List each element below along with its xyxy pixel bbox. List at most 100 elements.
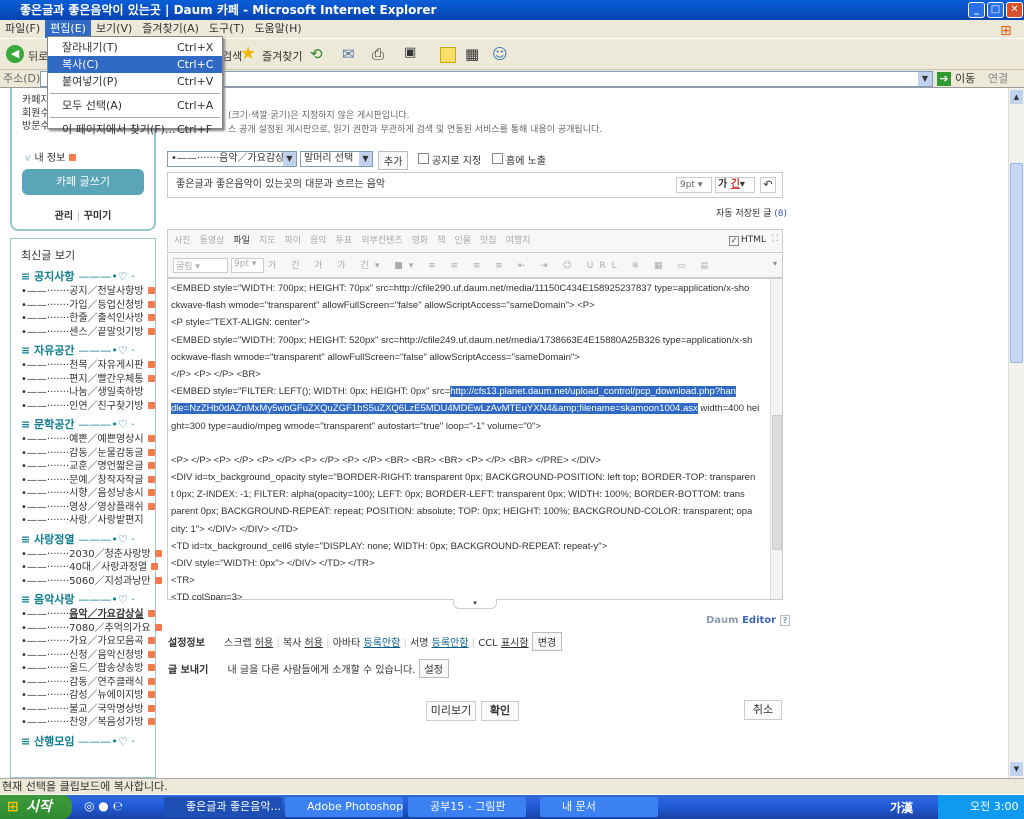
font-select[interactable]: 굴림 ▾ — [173, 258, 228, 273]
board-item[interactable]: •——·······음악／가요감상실 — [21, 608, 155, 622]
html-source-text[interactable]: <EMBED style="WIDTH: 700px; HEIGHT: 70px… — [168, 280, 770, 600]
home-checkbox[interactable] — [492, 153, 503, 164]
insert-tab[interactable]: 투표 — [336, 236, 353, 246]
category-header[interactable]: ≡ 산행모임 ———•♡ · — [21, 734, 155, 750]
board-item[interactable]: •——·······올드／팝송샹송방 — [21, 662, 155, 676]
board-item[interactable]: •——·······한줄／출석인사방 — [21, 312, 155, 326]
decorate-link[interactable]: 꾸미기 — [84, 211, 112, 222]
toolbar-more-icon[interactable]: ▾ — [773, 259, 777, 268]
insert-tab[interactable]: 동영상 — [200, 236, 225, 246]
quicklaunch-icons[interactable]: ◎ ● ℮ — [84, 799, 123, 813]
board-item[interactable]: •——·······가입／등업신청방 — [21, 299, 155, 313]
scroll-down-icon[interactable]: ▼ — [1010, 762, 1023, 776]
edit-icon[interactable]: ▣ — [404, 45, 416, 60]
board-item[interactable]: •——·······천목／자유게시판 — [21, 359, 155, 373]
editor-scrollbar[interactable] — [770, 279, 782, 599]
insert-tab[interactable]: 영화 — [412, 236, 429, 246]
cafe-write-button[interactable]: 카페 글쓰기 — [22, 169, 144, 195]
board-item[interactable]: •——·······교훈／명언짧은글 — [21, 460, 155, 474]
category-header[interactable]: ≡ 사랑정열 ———•♡ · — [21, 532, 155, 548]
send-settings-button[interactable]: 설정 — [418, 659, 449, 678]
go-icon[interactable]: ➔ — [937, 72, 951, 86]
cancel-button[interactable]: 취소 — [744, 700, 782, 720]
history-icon[interactable]: ⟲ — [310, 45, 323, 63]
start-button[interactable]: ⊞ 시작 — [0, 795, 72, 819]
mail-icon[interactable]: ✉ — [342, 45, 355, 63]
add-head-button[interactable]: 추가 — [378, 151, 409, 170]
size-select[interactable]: 9pt ▾ — [231, 258, 264, 273]
ccl-link[interactable]: 표시함 — [501, 638, 529, 649]
change-settings-button[interactable]: 변경 — [531, 632, 563, 651]
links-button[interactable]: 연결 — [988, 70, 1008, 88]
selected-text[interactable]: http://cfs13.planet.daum.net/upload_cont… — [450, 386, 736, 398]
page-scroll-thumb[interactable] — [1010, 163, 1023, 363]
menu-help[interactable]: 도움말(H) — [249, 20, 306, 38]
research-icon[interactable]: ▦ — [465, 45, 479, 63]
category-header[interactable]: ≡ 공지사항 ———•♡ · — [21, 269, 155, 285]
insert-tab[interactable]: 파이 — [285, 236, 302, 246]
recent-posts-link[interactable]: 최신글 보기 — [21, 247, 155, 263]
board-item[interactable]: •——·······신청／음악신청방 — [21, 649, 155, 663]
insert-tab[interactable]: 인물 — [454, 236, 471, 246]
menu-item-cut[interactable]: 잘라내기(T) Ctrl+X — [48, 39, 222, 56]
manage-link[interactable]: 관리 — [55, 211, 73, 222]
insert-tab[interactable]: 책 — [437, 236, 445, 246]
board-item[interactable]: •——·······시향／음성낭송시 — [21, 487, 155, 501]
note-icon[interactable] — [440, 47, 456, 63]
board-item[interactable]: •——·······감동／눈물감동글 — [21, 447, 155, 461]
board-item[interactable]: •——·······7080／추억의가요 — [21, 622, 162, 636]
menu-file[interactable]: 파일(F) — [0, 20, 45, 38]
minimize-button[interactable]: _ — [968, 2, 985, 18]
confirm-button[interactable]: 확인 — [481, 701, 519, 721]
category-header[interactable]: ≡ 문학공간 ———•♡ · — [21, 417, 155, 433]
board-item[interactable]: •——·······가요／가요모음곡 — [21, 635, 155, 649]
menu-item-find[interactable]: 이 페이지에서 찾기(F)... Ctrl+F — [48, 121, 222, 138]
title-style-button[interactable]: 가 긴▾ — [715, 177, 755, 193]
html-checkbox[interactable]: ✓ — [729, 236, 739, 246]
undo-icon[interactable]: ↶ — [760, 177, 776, 193]
task-my-documents[interactable]: 내 문서 — [540, 797, 658, 817]
avatar-link[interactable]: 등록안함 — [364, 638, 401, 649]
copy-link[interactable]: 허용 — [305, 638, 323, 649]
star-icon[interactable]: ★ — [240, 43, 256, 64]
category-header[interactable]: ≡ 음악사랑 ———•♡ · — [21, 592, 155, 608]
preview-button[interactable]: 미리보기 — [426, 701, 476, 721]
page-scrollbar[interactable]: ▲ ▼ — [1008, 88, 1024, 778]
title-size-select[interactable]: 9pt ▾ — [676, 177, 712, 193]
board-select[interactable]: •——·······음악／가요감상실 ▼ — [167, 151, 297, 167]
board-item[interactable]: •——·······인연／친구찾기방 — [21, 400, 155, 414]
menu-item-copy[interactable]: 복사(C) Ctrl+C — [48, 56, 222, 73]
board-item[interactable]: •——·······찬양／복음성가방 — [21, 716, 155, 730]
messenger-icon[interactable]: ☺ — [492, 45, 508, 63]
my-info-link[interactable]: 내 정보 — [35, 153, 66, 164]
editor-resize-handle[interactable]: ▾ — [453, 599, 497, 609]
board-item[interactable]: •——·······40대／사랑과정열 — [21, 561, 159, 575]
maximize-button[interactable]: □ — [987, 2, 1004, 18]
head-select[interactable]: 말머리 선택 ▼ — [300, 151, 373, 167]
task-paint[interactable]: 공부15 - 그림판 — [408, 797, 526, 817]
insert-tab[interactable]: 맛집 — [480, 236, 497, 246]
format-buttons[interactable]: 가 긴 가 가 긴▾ ■▾ ≡ ≡ ≡ ≡ ⇤ ⇥ ☺ URL ※ ▦ ▭ ▤ … — [268, 258, 708, 273]
insert-tab[interactable]: 음악 — [310, 236, 327, 246]
menu-item-select-all[interactable]: 모두 선택(A) Ctrl+A — [48, 97, 222, 114]
board-item[interactable]: •——·······불교／국악명상방 — [21, 703, 155, 717]
board-item[interactable]: •——·······공지／전달사항방 — [21, 285, 155, 299]
menu-item-paste[interactable]: 붙여넣기(P) Ctrl+V — [48, 73, 222, 90]
editor-help-button[interactable]: ? — [779, 615, 791, 626]
insert-tab[interactable]: 외부컨텐츠 — [361, 236, 402, 246]
print-icon[interactable]: ⎙ — [372, 45, 384, 63]
back-button[interactable]: 뒤로 — [28, 48, 48, 64]
task-photoshop[interactable]: Adobe Photoshop — [285, 797, 403, 817]
close-button[interactable]: ✕ — [1006, 2, 1023, 18]
address-dropdown-icon[interactable]: ▼ — [918, 72, 932, 86]
category-header[interactable]: ≡ 자유공간 ———•♡ · — [21, 343, 155, 359]
board-item[interactable]: •——·······사랑／사랑밭편지 — [21, 514, 155, 528]
board-item[interactable]: •——·······감성／뉴에이지방 — [21, 689, 155, 703]
board-item[interactable]: •——·······2030／청춘사랑방 — [21, 548, 162, 562]
insert-tab[interactable]: 사진 — [174, 236, 191, 246]
notice-checkbox[interactable] — [418, 153, 429, 164]
selected-text[interactable]: dle=NzZHb0dAZnMxMy5wbGFuZXQuZGF1bS5uZXQ6… — [171, 403, 698, 415]
scroll-up-icon[interactable]: ▲ — [1010, 90, 1023, 104]
expand-icon[interactable]: ⛶ — [772, 234, 778, 244]
board-item[interactable]: •——·······예쁜／예쁜영상시 — [21, 433, 155, 447]
